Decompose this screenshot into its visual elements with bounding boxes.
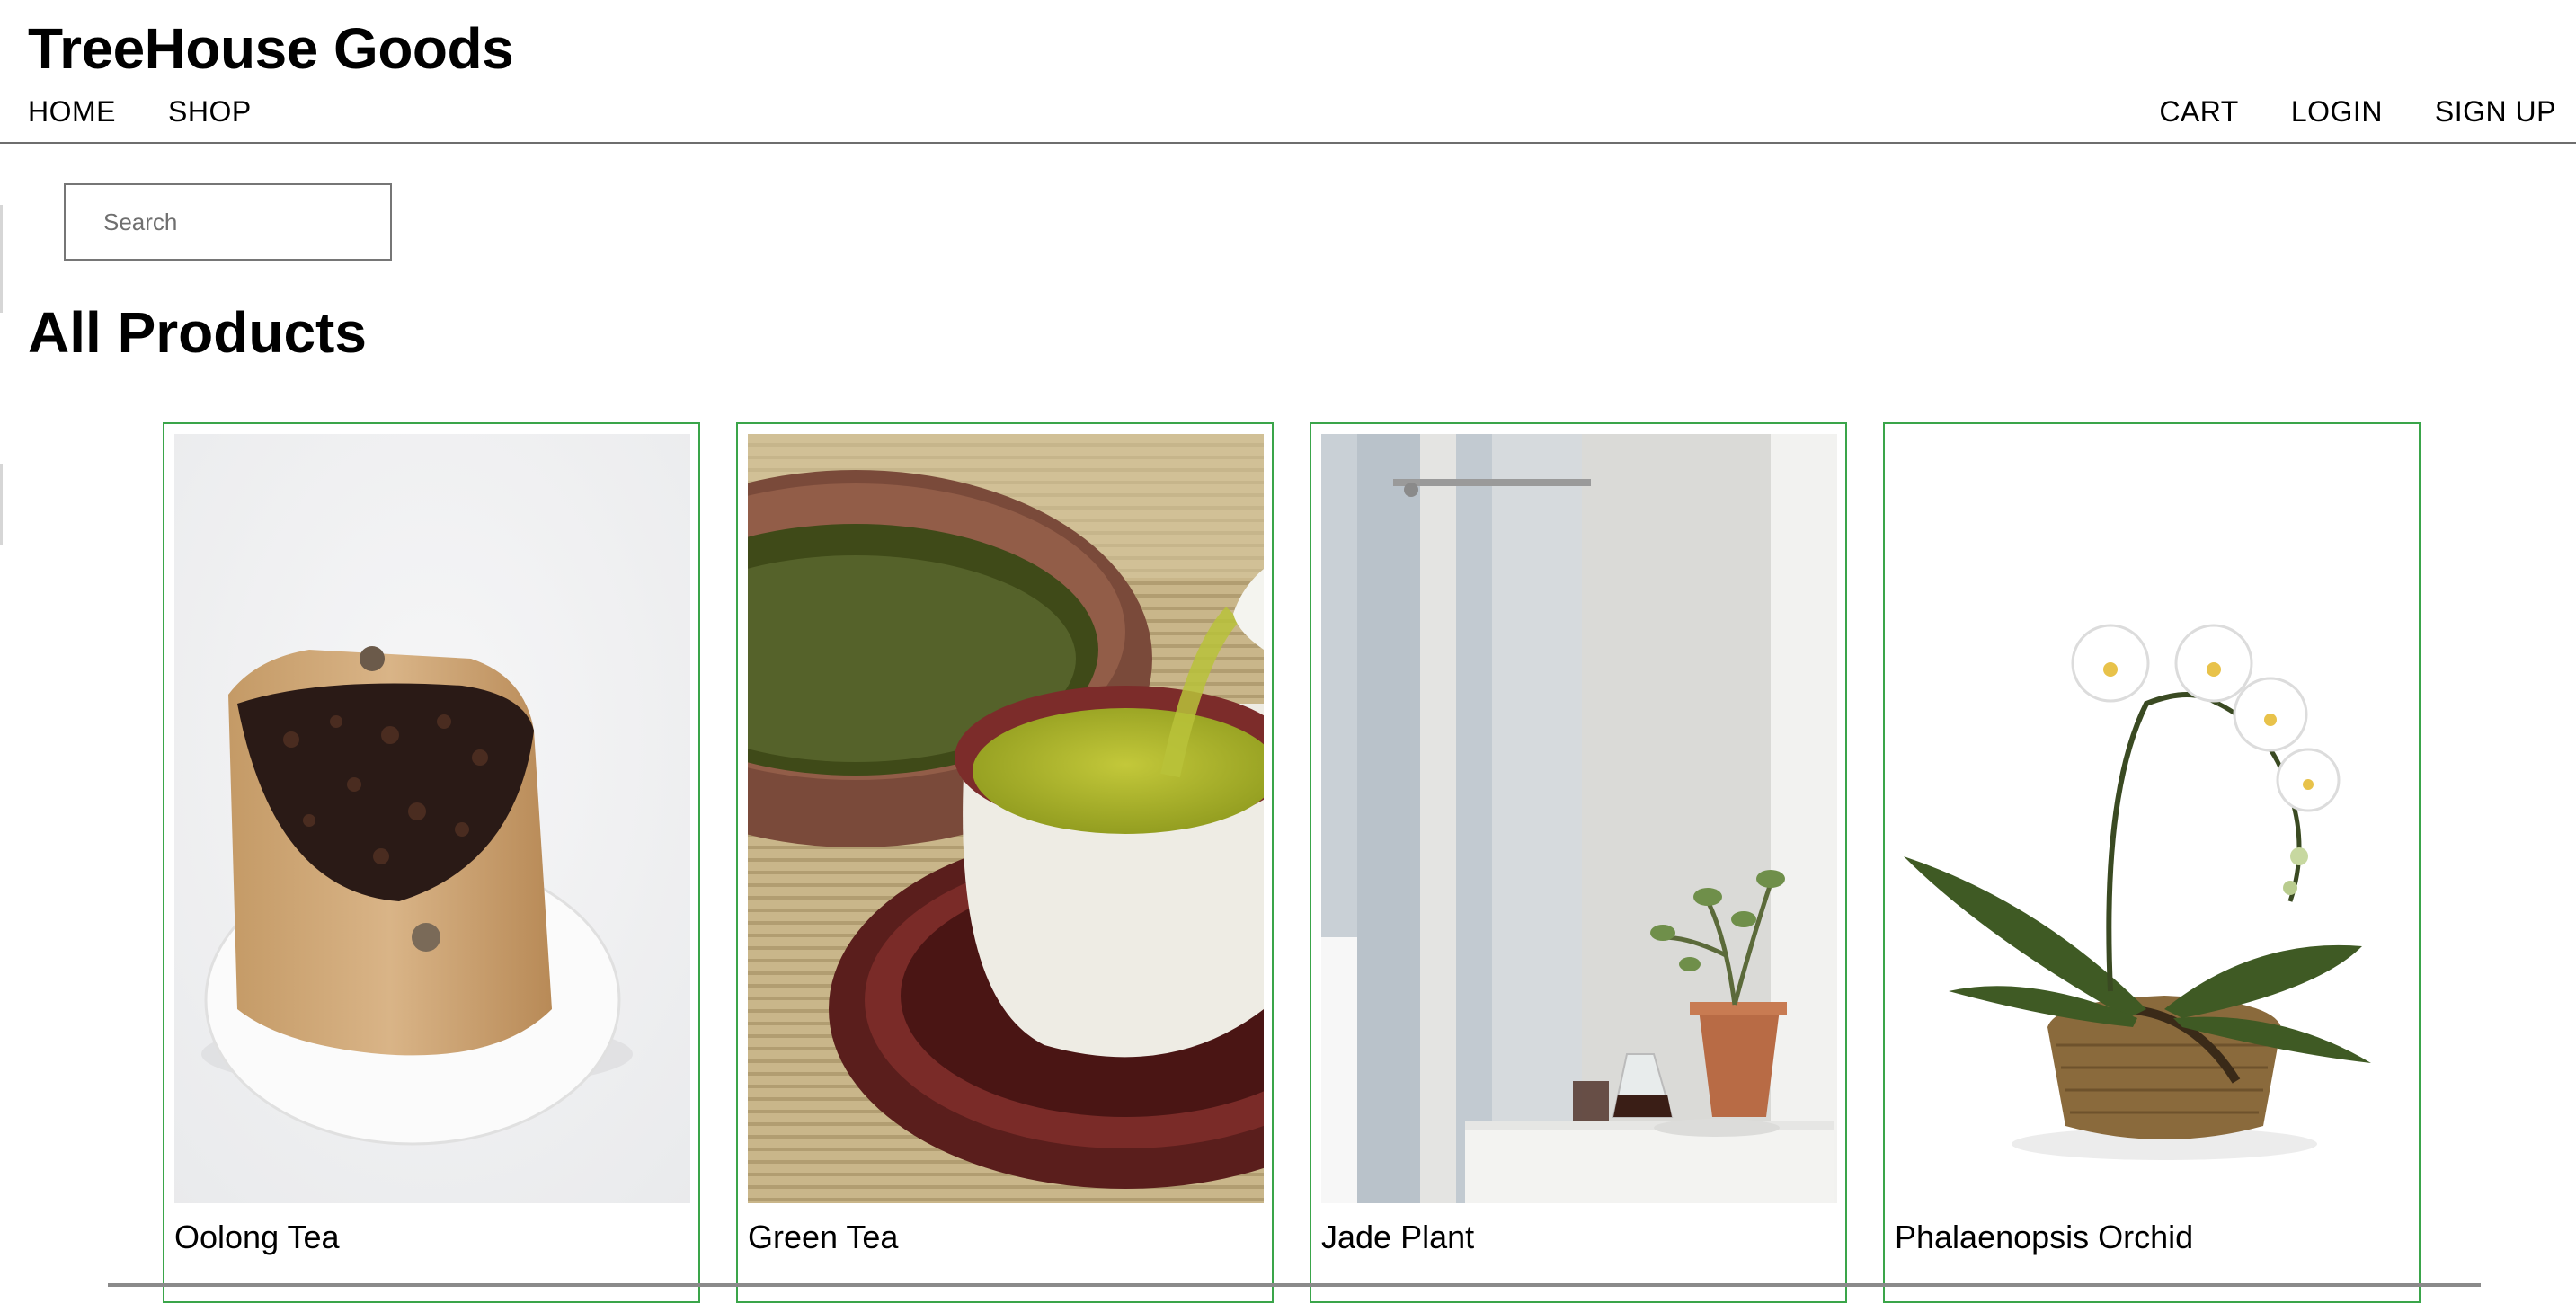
brand-logo[interactable]: TreeHouse Goods — [28, 13, 514, 84]
left-edge-marker — [0, 205, 3, 313]
product-name[interactable]: Phalaenopsis Orchid — [1895, 1217, 2193, 1258]
left-edge-marker — [0, 464, 3, 545]
product-name[interactable]: Green Tea — [748, 1217, 898, 1258]
nav-signup-link[interactable]: SIGN UP — [2435, 93, 2556, 129]
nav-home-link[interactable]: HOME — [28, 93, 116, 129]
nav-shop-link[interactable]: SHOP — [168, 93, 252, 129]
product-grid: Oolong Tea Green Tea Jade Plant Phalaeno… — [163, 422, 2421, 1303]
nav-cart-link[interactable]: CART — [2159, 93, 2239, 129]
product-card-oolong-tea[interactable]: Oolong Tea — [163, 422, 700, 1303]
nav-login-link[interactable]: LOGIN — [2291, 93, 2383, 129]
site-header: TreeHouse Goods HOME SHOP CART LOGIN SIG… — [0, 0, 2576, 144]
page-title: All Products — [28, 300, 367, 365]
account-nav: CART LOGIN SIGN UP — [2159, 93, 2556, 129]
oolong-tea-image[interactable] — [174, 434, 690, 1203]
search-input[interactable] — [64, 183, 392, 261]
orchid-image[interactable] — [1895, 434, 2411, 1203]
page-bottom-edge — [108, 1283, 2481, 1287]
product-card-green-tea[interactable]: Green Tea — [736, 422, 1274, 1303]
green-tea-image[interactable] — [748, 434, 1264, 1203]
product-card-jade-plant[interactable]: Jade Plant — [1310, 422, 1847, 1303]
jade-plant-image[interactable] — [1321, 434, 1837, 1203]
primary-nav: HOME SHOP — [28, 93, 252, 129]
product-name[interactable]: Jade Plant — [1321, 1217, 1474, 1258]
product-name[interactable]: Oolong Tea — [174, 1217, 339, 1258]
product-card-phalaenopsis-orchid[interactable]: Phalaenopsis Orchid — [1883, 422, 2421, 1303]
